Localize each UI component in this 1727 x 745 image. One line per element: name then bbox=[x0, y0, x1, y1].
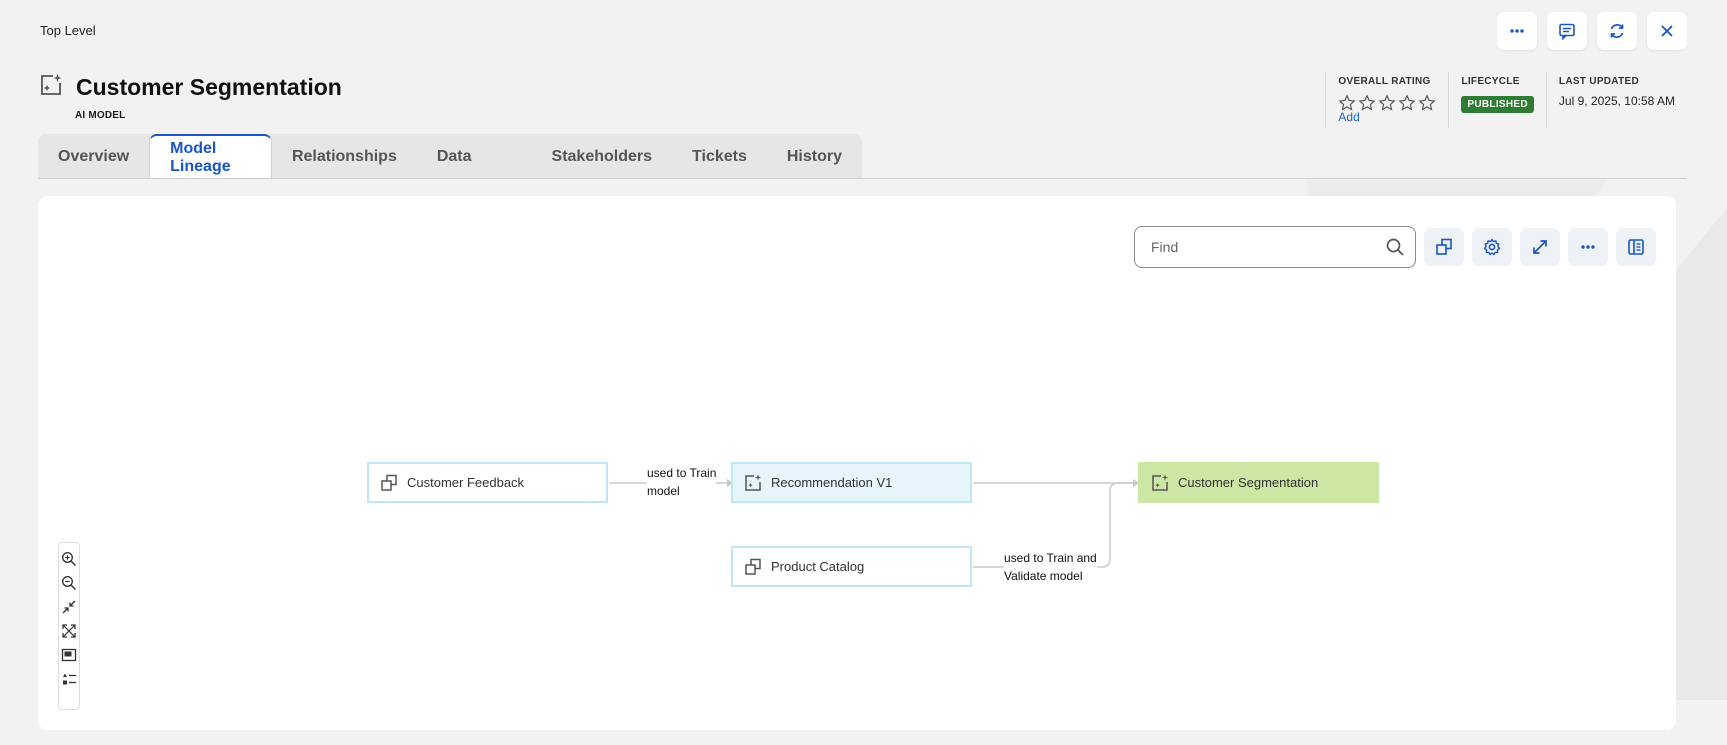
expand-icon bbox=[1533, 240, 1547, 254]
page-title: Customer Segmentation bbox=[76, 74, 342, 100]
tab-bar: Overview Model Lineage Relationships Dat… bbox=[38, 134, 862, 179]
ai-model-icon bbox=[38, 72, 64, 103]
node-label: Customer Feedback bbox=[407, 475, 525, 490]
settings-button[interactable] bbox=[1472, 228, 1512, 266]
search-icon[interactable] bbox=[1385, 237, 1405, 257]
find-input[interactable] bbox=[1151, 239, 1385, 255]
copy-icon bbox=[1436, 238, 1452, 255]
tab-relationships[interactable]: Relationships bbox=[272, 134, 417, 179]
comments-button[interactable] bbox=[1547, 12, 1587, 50]
breadcrumb[interactable]: Top Level bbox=[40, 23, 96, 38]
more-button[interactable] bbox=[1497, 12, 1537, 50]
panel-icon bbox=[1628, 239, 1644, 255]
tab-model-lineage[interactable]: Model Lineage bbox=[149, 134, 272, 179]
close-button[interactable] bbox=[1647, 12, 1687, 50]
dataset-icon bbox=[745, 558, 761, 575]
legend-icon[interactable] bbox=[61, 671, 77, 687]
copy-button[interactable] bbox=[1424, 228, 1464, 266]
settings-icon bbox=[1483, 238, 1501, 256]
expand-button[interactable] bbox=[1520, 228, 1560, 266]
tab-tickets[interactable]: Tickets bbox=[672, 134, 767, 179]
fullscreen-icon[interactable] bbox=[61, 623, 77, 639]
comment-icon bbox=[1559, 23, 1575, 41]
zoom-out-icon[interactable] bbox=[61, 575, 77, 591]
canvas-toolbar bbox=[1424, 228, 1656, 266]
more-icon bbox=[1510, 29, 1524, 33]
updated-label: LAST UPDATED bbox=[1558, 76, 1639, 87]
lineage-node-product-catalog[interactable]: Product Catalog bbox=[731, 546, 972, 587]
tab-divider bbox=[38, 178, 1687, 179]
tab-overview[interactable]: Overview bbox=[38, 134, 149, 179]
minimap-icon[interactable] bbox=[61, 647, 77, 663]
fit-icon[interactable] bbox=[61, 599, 77, 615]
meta-panel: OVERALL RATING Add LIFECYCLE PUBLISHED L… bbox=[1325, 72, 1687, 128]
updated-section: LAST UPDATED Jul 9, 2025, 10:58 AM bbox=[1545, 72, 1687, 128]
zoom-toolbar bbox=[58, 542, 80, 710]
star-icon[interactable] bbox=[1358, 94, 1376, 112]
node-label: Product Catalog bbox=[771, 559, 865, 574]
lifecycle-section: LIFECYCLE PUBLISHED bbox=[1448, 72, 1545, 128]
rating-section: OVERALL RATING Add bbox=[1325, 72, 1448, 128]
refresh-icon bbox=[1610, 24, 1624, 38]
edge-label-line: Validate model bbox=[1004, 569, 1083, 583]
edge-label-train-validate-model: used to Train and Validate model bbox=[1004, 549, 1097, 585]
top-actions bbox=[1497, 12, 1687, 50]
star-icon[interactable] bbox=[1378, 94, 1396, 112]
lineage-node-recommendation-v1[interactable]: Recommendation V1 bbox=[731, 462, 972, 503]
node-label: Customer Segmentation bbox=[1178, 475, 1319, 490]
edge-label-line: used to Train and bbox=[1004, 551, 1097, 565]
tab-data[interactable]: Data bbox=[417, 134, 532, 179]
find-box bbox=[1134, 226, 1416, 268]
star-icon[interactable] bbox=[1418, 94, 1436, 112]
zoom-in-icon[interactable] bbox=[61, 551, 77, 567]
add-rating-link[interactable]: Add bbox=[1338, 110, 1436, 124]
edge-label-train-model: used to Train model bbox=[647, 464, 717, 500]
ai-model-icon bbox=[745, 474, 761, 491]
lineage-node-customer-segmentation[interactable]: Customer Segmentation bbox=[1138, 462, 1379, 503]
edge-label-line: model bbox=[647, 484, 680, 498]
ai-model-icon bbox=[1152, 474, 1168, 491]
dataset-icon bbox=[381, 474, 397, 491]
tab-history[interactable]: History bbox=[767, 134, 862, 179]
edge-label-line: used to Train bbox=[647, 466, 717, 480]
node-label: Recommendation V1 bbox=[771, 475, 893, 490]
canvas-more-button[interactable] bbox=[1568, 228, 1608, 266]
lineage-node-customer-feedback[interactable]: Customer Feedback bbox=[367, 462, 608, 503]
tab-stakeholders[interactable]: Stakeholders bbox=[532, 134, 672, 179]
star-icon[interactable] bbox=[1398, 94, 1416, 112]
updated-value: Jul 9, 2025, 10:58 AM bbox=[1558, 94, 1675, 108]
title-row: Customer Segmentation bbox=[38, 72, 342, 103]
rating-label: OVERALL RATING bbox=[1338, 76, 1431, 87]
asset-type: AI MODEL bbox=[75, 110, 126, 121]
panel-toggle-button[interactable] bbox=[1616, 228, 1656, 266]
close-icon bbox=[1661, 25, 1673, 37]
lifecycle-badge: PUBLISHED bbox=[1461, 96, 1534, 113]
refresh-button[interactable] bbox=[1597, 12, 1637, 50]
more-icon bbox=[1581, 245, 1595, 249]
lifecycle-label: LIFECYCLE bbox=[1461, 76, 1520, 87]
